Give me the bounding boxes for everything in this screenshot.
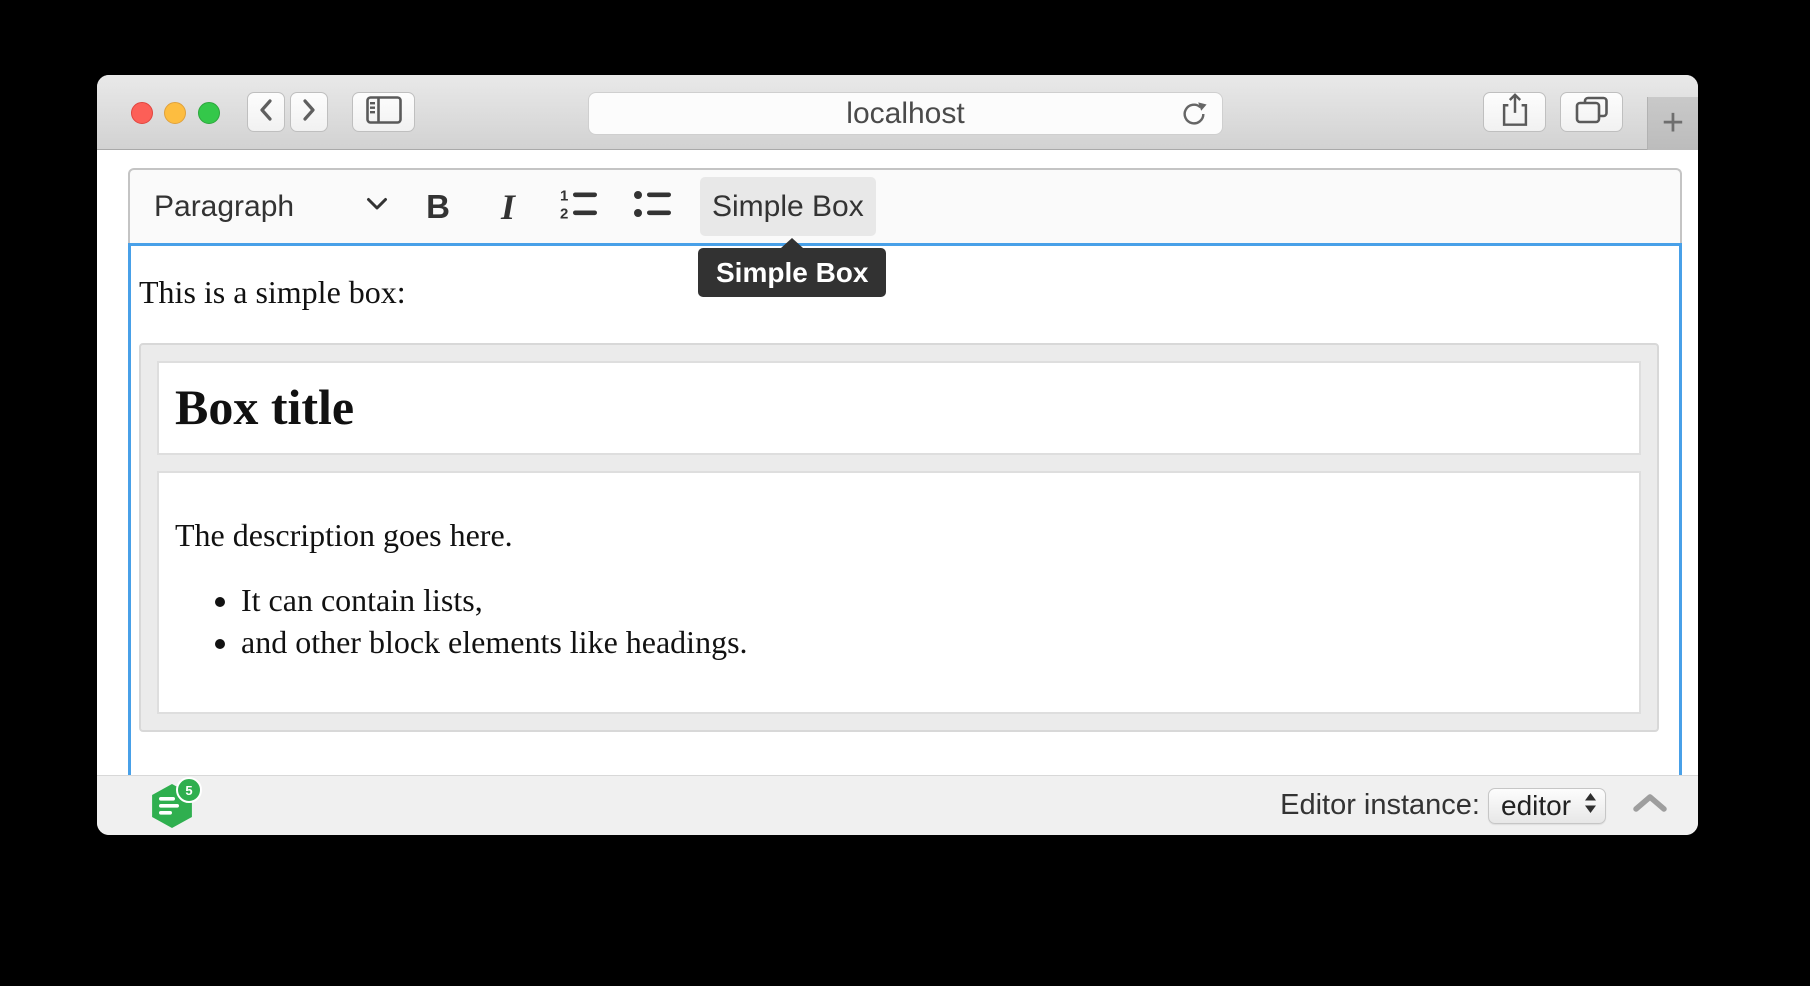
- select-arrows-icon: [1584, 792, 1597, 819]
- ckeditor-logo[interactable]: 5: [149, 784, 195, 828]
- editor-editable[interactable]: This is a simple box: Box title The desc…: [128, 243, 1682, 775]
- tab-overview-button[interactable]: [1560, 92, 1623, 132]
- browser-toolbar: localhost: [97, 75, 1698, 150]
- tabs-icon: [1575, 95, 1609, 130]
- plus-icon: +: [1662, 102, 1684, 145]
- simple-box-button-label: Simple Box: [712, 190, 864, 224]
- editor-instance-select[interactable]: editor: [1488, 788, 1606, 824]
- svg-text:1: 1: [560, 188, 568, 205]
- back-button[interactable]: [247, 92, 285, 132]
- editor-instance-value: editor: [1501, 790, 1584, 822]
- tooltip-text: Simple Box: [716, 257, 868, 288]
- simple-box-tooltip: Simple Box: [698, 248, 886, 297]
- description-paragraph[interactable]: The description goes here.: [175, 517, 1623, 554]
- version-badge: 5: [176, 777, 202, 803]
- svg-text:2: 2: [560, 206, 568, 222]
- italic-button[interactable]: I: [484, 177, 532, 236]
- bulleted-list-button[interactable]: [626, 177, 680, 236]
- zoom-window-button[interactable]: [198, 102, 220, 124]
- box-title[interactable]: Box title: [175, 379, 1623, 437]
- inspector-bar: 5 Editor instance: editor: [97, 775, 1698, 835]
- ckeditor-hexagon-icon: [149, 815, 195, 832]
- simple-box-button[interactable]: Simple Box: [700, 177, 876, 236]
- editor-instance-label: Editor instance:: [1280, 789, 1480, 822]
- heading-dropdown[interactable]: Paragraph: [146, 177, 392, 236]
- list-item[interactable]: It can contain lists,: [241, 580, 1623, 620]
- minimize-window-button[interactable]: [164, 102, 186, 124]
- close-window-button[interactable]: [131, 102, 153, 124]
- chevron-down-icon: [366, 197, 388, 216]
- sidebar-toggle-button[interactable]: [352, 92, 415, 132]
- box-description-container[interactable]: The description goes here. It can contai…: [157, 471, 1641, 714]
- description-list: It can contain lists, and other block el…: [175, 580, 1623, 662]
- bulleted-list-icon: [632, 187, 674, 226]
- web-page: Paragraph B I 1 2: [97, 150, 1698, 775]
- bold-icon: B: [426, 188, 450, 226]
- list-item[interactable]: and other block elements like headings.: [241, 622, 1623, 662]
- reload-button[interactable]: [1180, 100, 1208, 128]
- editor-toolbar: Paragraph B I 1 2: [128, 168, 1682, 243]
- numbered-list-icon: 1 2: [558, 187, 600, 226]
- address-bar[interactable]: localhost: [588, 92, 1223, 135]
- share-button[interactable]: [1483, 92, 1546, 132]
- chevron-right-icon: [301, 98, 317, 127]
- safari-window: localhost: [97, 75, 1698, 835]
- chevron-up-icon: [1632, 793, 1668, 818]
- bold-button[interactable]: B: [412, 177, 464, 236]
- simple-box-widget[interactable]: Box title The description goes here. It …: [139, 343, 1659, 732]
- box-title-container[interactable]: Box title: [157, 361, 1641, 455]
- sidebar-icon: [366, 96, 402, 129]
- new-tab-button[interactable]: +: [1647, 97, 1698, 150]
- numbered-list-button[interactable]: 1 2: [552, 177, 606, 236]
- expand-inspector-button[interactable]: [1632, 794, 1668, 818]
- address-text: localhost: [846, 97, 964, 131]
- heading-dropdown-label: Paragraph: [154, 190, 294, 224]
- share-icon: [1500, 92, 1530, 133]
- forward-button[interactable]: [290, 92, 328, 132]
- chevron-left-icon: [258, 98, 274, 127]
- intro-paragraph[interactable]: This is a simple box:: [139, 274, 1659, 311]
- italic-icon: I: [501, 186, 515, 228]
